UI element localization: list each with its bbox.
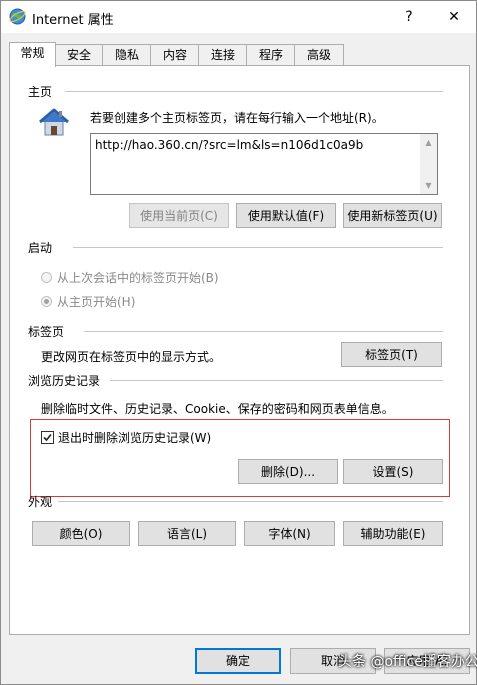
startup-restore-label: 从上次会话中的标签页开始(B) — [57, 271, 219, 285]
history-section-title: 浏览历史记录 — [28, 374, 101, 388]
history-description: 删除临时文件、历史记录、Cookie、保存的密码和网页表单信息。 — [41, 402, 394, 416]
tab-general[interactable]: 常规 — [9, 42, 56, 67]
delete-on-exit-checkbox[interactable] — [41, 431, 54, 444]
tab-connections[interactable]: 连接 — [198, 44, 248, 66]
watermark-text: 头条 @office播客办公 — [338, 654, 477, 670]
fonts-button[interactable]: 字体(N) — [244, 521, 335, 546]
history-settings-button[interactable]: 设置(S) — [343, 459, 443, 484]
appearance-separator — [58, 501, 443, 502]
use-default-button[interactable]: 使用默认值(F) — [236, 203, 336, 228]
startup-home-radio[interactable] — [41, 296, 52, 307]
homepage-separator — [65, 91, 443, 92]
tab-security[interactable]: 安全 — [54, 44, 104, 66]
delete-history-button[interactable]: 删除(D)... — [238, 459, 338, 484]
title-bar: Internet 属性 ? ✕ — [1, 1, 476, 33]
internet-explorer-globe-icon — [9, 8, 26, 25]
homepage-url-textarea[interactable]: http://hao.360.cn/?src=lm&ls=n106d1c0a9b… — [90, 133, 438, 195]
history-separator — [110, 380, 443, 381]
delete-on-exit-label: 退出时删除浏览历史记录(W) — [58, 431, 212, 445]
help-button[interactable]: ? — [387, 1, 431, 33]
tabs-settings-button[interactable]: 标签页(T) — [341, 342, 442, 367]
appearance-section-title: 外观 — [28, 495, 53, 509]
homepage-url-value: http://hao.360.cn/?src=lm&ls=n106d1c0a9b — [95, 138, 364, 152]
tabs-separator — [84, 331, 443, 332]
tab-content[interactable]: 内容 — [150, 44, 200, 66]
homepage-textarea-scrollbar[interactable]: ▲ ▼ — [420, 134, 437, 194]
use-current-button[interactable]: 使用当前页(C) — [129, 203, 229, 228]
startup-restore-radio[interactable] — [41, 272, 52, 283]
startup-home-label: 从主页开始(H) — [57, 295, 136, 309]
colors-button[interactable]: 颜色(O) — [32, 521, 130, 546]
tab-programs[interactable]: 程序 — [246, 44, 296, 66]
homepage-section-title: 主页 — [28, 85, 53, 99]
homepage-instruction: 若要创建多个主页标签页，请在每行输入一个地址(R)。 — [90, 111, 384, 125]
close-button[interactable]: ✕ — [432, 1, 476, 33]
window-title: Internet 属性 — [32, 13, 114, 28]
languages-button[interactable]: 语言(L) — [138, 521, 236, 546]
startup-separator — [73, 247, 443, 248]
internet-options-dialog: Internet 属性 ? ✕ 常规 安全 隐私 内容 连接 程序 高级 主页 … — [0, 0, 477, 685]
use-new-tab-button[interactable]: 使用新标签页(U) — [343, 203, 442, 228]
scroll-up-arrow-icon[interactable]: ▲ — [420, 134, 437, 151]
tabs-section-title: 标签页 — [28, 325, 65, 339]
scroll-down-arrow-icon[interactable]: ▼ — [420, 177, 437, 194]
tabs-description: 更改网页在标签页中的显示方式。 — [41, 350, 222, 364]
ok-button[interactable]: 确定 — [195, 648, 281, 674]
startup-section-title: 启动 — [28, 241, 53, 255]
home-house-icon — [37, 107, 71, 137]
checkmark-icon — [43, 433, 52, 442]
tab-privacy[interactable]: 隐私 — [102, 44, 152, 66]
accessibility-button[interactable]: 辅助功能(E) — [343, 521, 443, 546]
tab-advanced[interactable]: 高级 — [294, 44, 344, 66]
